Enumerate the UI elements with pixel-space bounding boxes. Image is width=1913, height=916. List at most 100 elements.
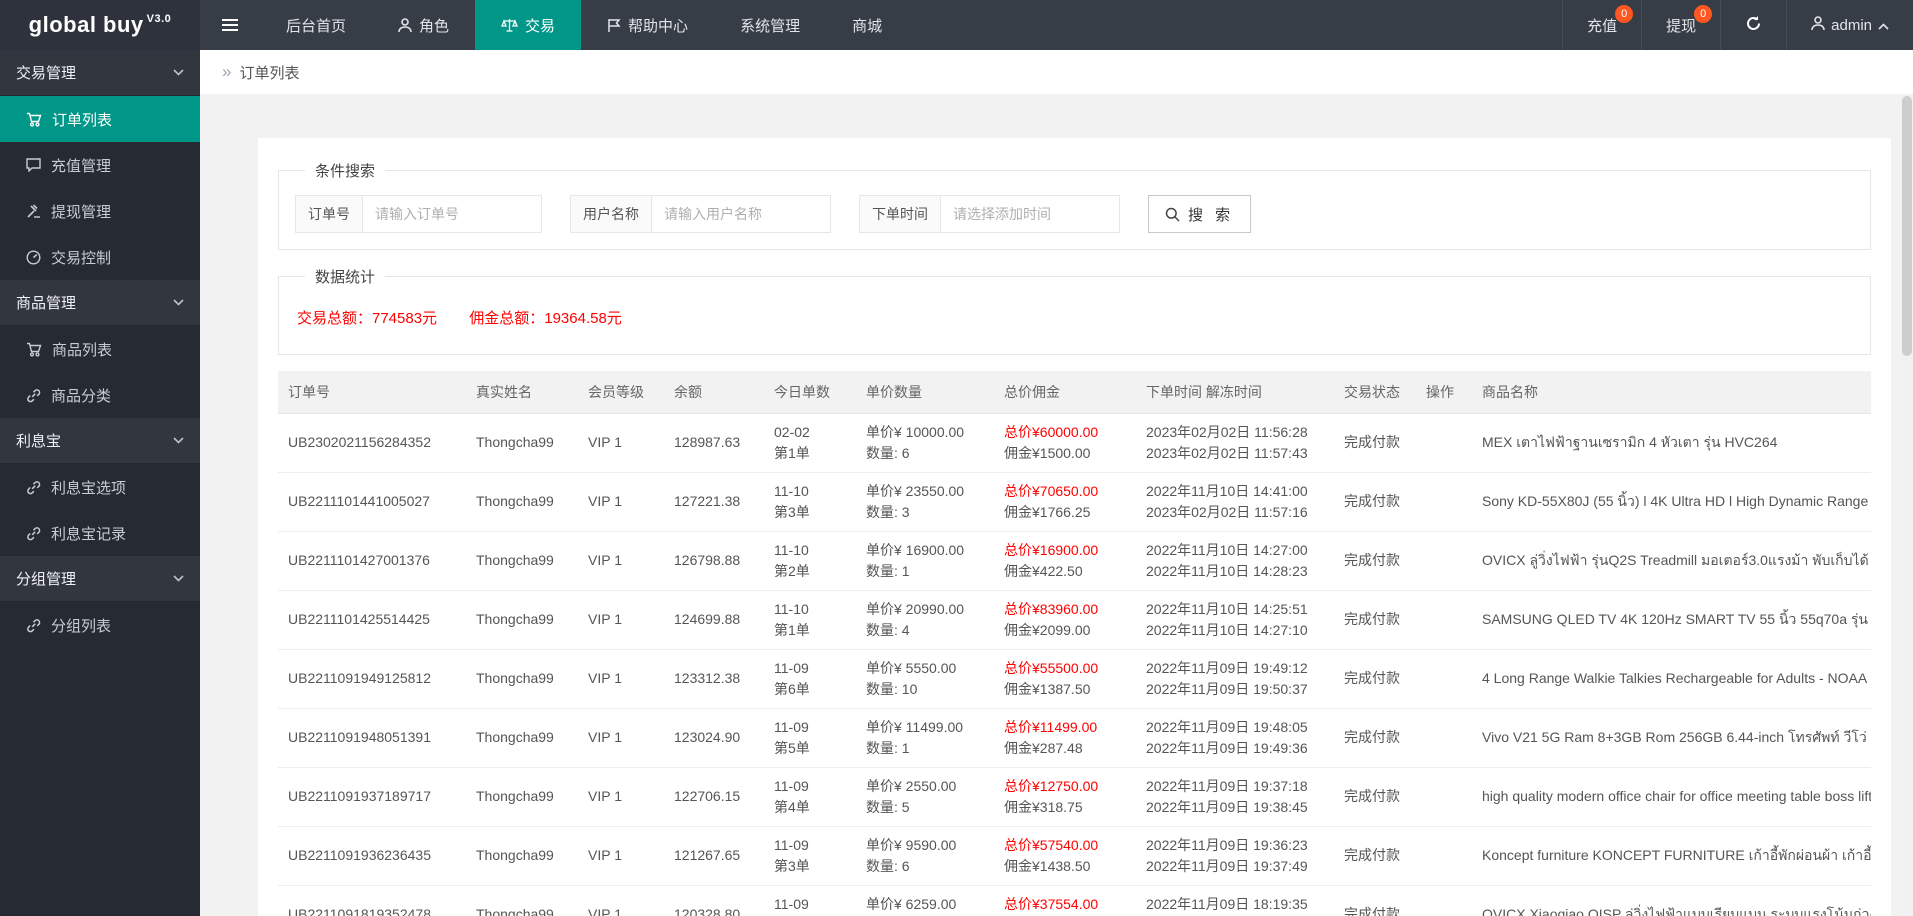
real-name: Thongcha99 (466, 826, 578, 886)
search-panel: 条件搜索 订单号 用户名称 下单时间 搜 索 (278, 160, 1871, 250)
unit-price-qty-text: 单价¥ 6259.00 (866, 895, 957, 912)
total-commission: 总价¥83960.00 佣金¥2099.00 (994, 590, 1136, 650)
order-unfreeze-time-text: 2023年02月02日 11:57:43 (1146, 444, 1308, 461)
total-commission: 佣金总额：19364.58元 (469, 310, 622, 327)
collapse-menu-button[interactable] (200, 0, 260, 50)
nav-item-4[interactable]: 帮助中心 (581, 0, 714, 50)
sidebar-item-4[interactable]: 提现管理 (0, 188, 200, 234)
real-name: Thongcha99 (466, 413, 578, 473)
sidebar-item-11[interactable]: 利息宝记录 (0, 510, 200, 556)
search-input-2[interactable] (651, 195, 831, 233)
balance-text: 120328.80 (674, 906, 741, 916)
sidebar-item-label: 提现管理 (51, 203, 112, 221)
today-order-count-text: 11-09 (774, 895, 809, 912)
unit-price-qty: 单价¥ 9590.00 数量: 6 (856, 826, 994, 886)
order-unfreeze-time-text: 2022年11月09日 19:36:23 (1146, 836, 1308, 853)
today-order-count: 11-09 第5单 (764, 708, 856, 768)
column-header: 会员等级 (578, 371, 664, 414)
order-number: UB2302021156284352 (278, 413, 466, 473)
real-name: Thongcha99 (466, 885, 578, 916)
withdraw-label: 提现 (1666, 17, 1697, 35)
real-name-text: Thongcha99 (476, 493, 554, 509)
balance: 120328.80 (664, 885, 764, 916)
sidebar-item-2[interactable]: 订单列表 (0, 96, 200, 142)
column-header: 今日单数 (764, 371, 856, 414)
sidebar-item-12[interactable]: 分组管理 (0, 556, 200, 602)
withdraw-button[interactable]: 提现 0 (1641, 0, 1720, 50)
today-order-count-text: 11-10 (774, 482, 809, 499)
member-level: VIP 1 (578, 413, 664, 473)
admin-menu[interactable]: admin (1786, 0, 1913, 50)
vertical-scrollbar[interactable] (1901, 94, 1913, 916)
balance: 127221.38 (664, 472, 764, 532)
nav-item-2[interactable]: 角色 (372, 0, 475, 50)
link-icon (26, 526, 41, 541)
sidebar-item-1[interactable]: 交易管理 (0, 50, 200, 96)
order-number-text: UB2211101427001376 (288, 552, 430, 568)
sidebar-item-6[interactable]: 商品管理 (0, 280, 200, 326)
member-level: VIP 1 (578, 767, 664, 827)
search-input-3[interactable] (940, 195, 1120, 233)
sidebar-item-5[interactable]: 交易控制 (0, 234, 200, 280)
order-unfreeze-time-text: 2022年11月10日 14:27:10 (1146, 621, 1308, 638)
balance: 123024.90 (664, 708, 764, 768)
balance-text: 123024.90 (674, 729, 741, 745)
product-name-text: 4 Long Range Walkie Talkies Rechargeable… (1482, 670, 1871, 686)
search-field-label: 订单号 (295, 195, 362, 233)
header-right: 充值 0 提现 0 admin (1562, 0, 1913, 50)
refresh-button[interactable] (1720, 0, 1786, 50)
order-number-text: UB2211091949125812 (288, 670, 431, 686)
nav-item-6[interactable]: 商城 (826, 0, 908, 50)
operate (1416, 649, 1472, 709)
product-name-text: OVICX Xiaoqiao QISP ลู่วิ่งไฟฟ้าแบบเรียบ… (1482, 906, 1871, 916)
operate (1416, 531, 1472, 591)
trade-status-text: 完成付款 (1344, 729, 1400, 745)
nav-item-label: 交易 (525, 17, 556, 35)
sidebar-item-10[interactable]: 利息宝选项 (0, 464, 200, 510)
sidebar-item-label: 交易管理 (16, 65, 77, 82)
product-name-text: Koncept furniture KONCEPT FURNITURE เก้า… (1482, 847, 1871, 863)
order-number-text: UB2211091819352478 (288, 906, 431, 916)
hamburger-icon (221, 18, 239, 32)
sidebar-item-9[interactable]: 利息宝 (0, 418, 200, 464)
unit-price-qty: 单价¥ 11499.00 数量: 1 (856, 708, 994, 768)
sidebar-item-8[interactable]: 商品分类 (0, 372, 200, 418)
sidebar-item-3[interactable]: 充值管理 (0, 142, 200, 188)
today-order-count-text: 第6单 (774, 680, 810, 697)
order-number-text: UB2302021156284352 (288, 434, 431, 450)
sidebar-item-7[interactable]: 商品列表 (0, 326, 200, 372)
column-header: 商品名称 (1472, 371, 1871, 414)
balance: 123312.38 (664, 649, 764, 709)
table-row: UB2302021156284352 Thongcha99 VIP 1 128987.… (278, 413, 1871, 473)
total-commission-text: 总价¥83960.00 (1004, 600, 1099, 617)
order-number-text: UB2211101425514425 (288, 611, 430, 627)
order-number: UB2211091936236435 (278, 826, 466, 886)
order-unfreeze-time: 2022年11月09日 18:19:352022年11月09日 18:21:23 (1136, 885, 1334, 916)
nav-item-5[interactable]: 系统管理 (714, 0, 826, 50)
nav-item-3[interactable]: 交易 (475, 0, 582, 50)
today-order-count: 11-10 第3单 (764, 472, 856, 532)
unit-price-qty-text: 单价¥ 10000.00 (866, 423, 965, 440)
stats-line: 交易总额：774583元 佣金总额：19364.58元 (295, 301, 1854, 338)
search-input-1[interactable] (362, 195, 542, 233)
trade-status: 完成付款 (1334, 708, 1416, 768)
today-order-count-text: 第1单 (774, 444, 810, 461)
member-level: VIP 1 (578, 472, 664, 532)
order-unfreeze-time-text: 2022年11月09日 19:37:49 (1146, 857, 1308, 874)
sidebar-item-13[interactable]: 分组列表 (0, 602, 200, 648)
real-name: Thongcha99 (466, 590, 578, 650)
search-button[interactable]: 搜 索 (1148, 195, 1252, 233)
nav-item-label: 帮助中心 (628, 17, 689, 35)
table-row: UB2211101441005027 Thongcha99 VIP 1 127221.… (278, 472, 1871, 532)
column-header: 下单时间 解冻时间 (1136, 371, 1334, 414)
recharge-button[interactable]: 充值 0 (1562, 0, 1641, 50)
scrollbar-thumb[interactable] (1902, 96, 1912, 356)
real-name-text: Thongcha99 (476, 552, 554, 568)
total-commission: 总价¥70650.00 佣金¥1766.25 (994, 472, 1136, 532)
product-name-text: Sony KD-55X80J (55 นิ้ว) l 4K Ultra HD l… (1482, 493, 1871, 509)
operate (1416, 767, 1472, 827)
balance-text: 121267.65 (674, 847, 741, 863)
real-name: Thongcha99 (466, 708, 578, 768)
product-name: Sony KD-55X80J (55 นิ้ว) l 4K Ultra HD l… (1472, 472, 1871, 532)
nav-item-1[interactable]: 后台首页 (260, 0, 372, 50)
